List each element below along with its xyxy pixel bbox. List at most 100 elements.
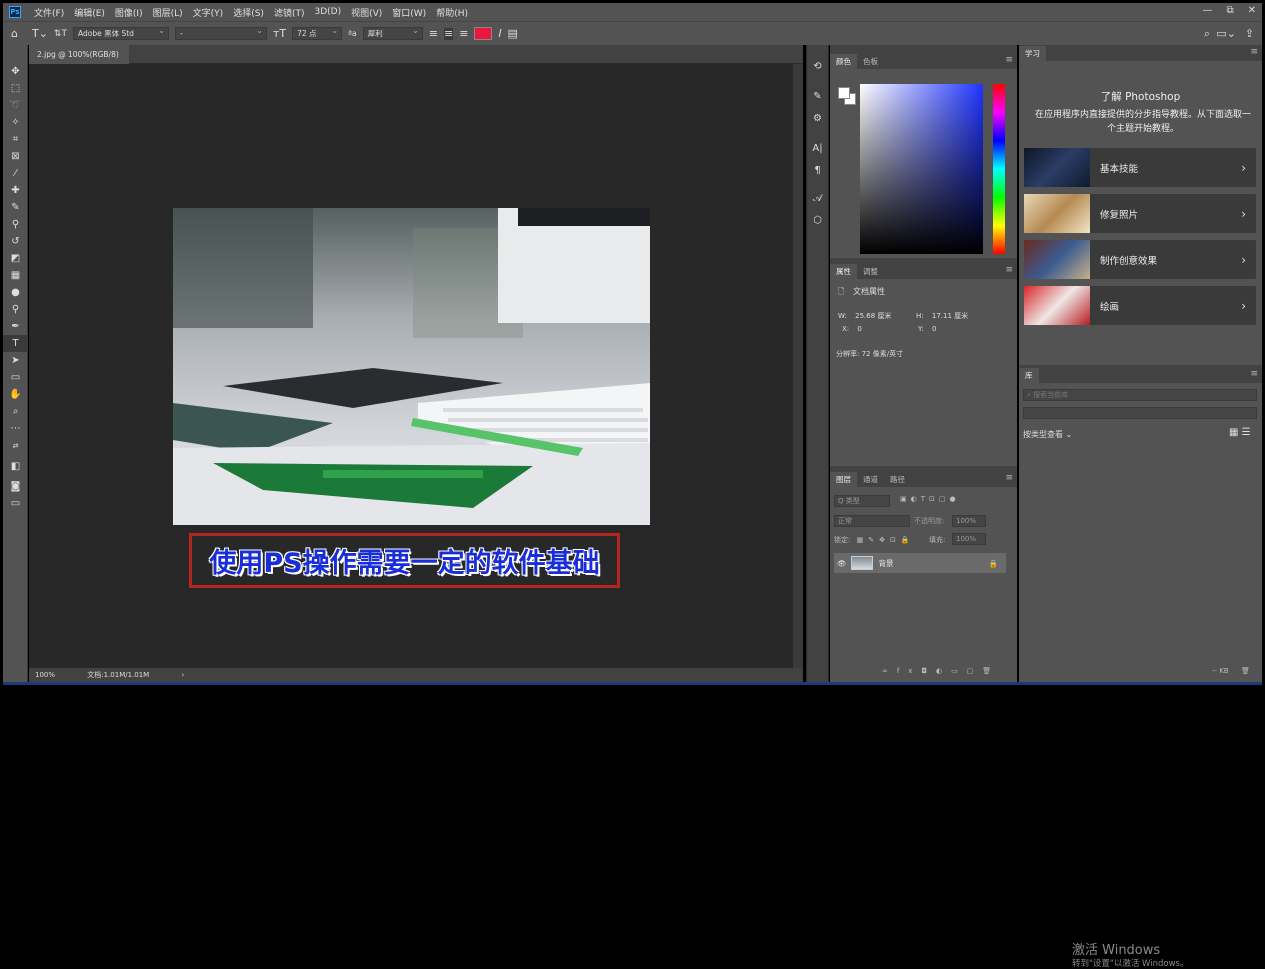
panel-menu-icon[interactable]: ≡ [1250,47,1258,57]
height-value[interactable]: 17.11 厘米 [932,312,968,320]
screen-mode-icon[interactable]: ▭ [3,495,28,512]
learn-card-basic-skills[interactable]: 基本技能 › [1024,148,1256,187]
menu-view[interactable]: 视图(V) [346,6,387,19]
tab-swatches[interactable]: 色板 [857,54,884,69]
library-select[interactable] [1023,407,1257,419]
tab-channels[interactable]: 通道 [857,472,884,487]
font-size-select[interactable]: 72 点 [292,25,343,40]
layers-bottom-icons[interactable]: ∞fx◘◐▭▢🗑 [882,667,1000,675]
share-icon[interactable]: ⇪ [1245,27,1254,40]
font-style-select[interactable]: - [174,25,267,40]
menu-edit[interactable]: 编辑(E) [69,6,110,19]
learn-card-painting[interactable]: 绘画 › [1024,286,1256,325]
adjustments-icon[interactable]: ⚙ [807,107,828,129]
pen-tool-icon[interactable]: ✒ [3,318,28,335]
healing-brush-tool-icon[interactable]: ✚ [3,182,28,199]
menu-help[interactable]: 帮助(H) [431,6,473,19]
tab-adjustments[interactable]: 调整 [857,264,884,279]
grid-view-icon[interactable]: ▦ ☰ [1229,427,1251,438]
blur-tool-icon[interactable]: ● [3,284,28,301]
hue-slider[interactable] [993,84,1005,254]
gradient-tool-icon[interactable]: ▦ [3,267,28,284]
move-tool-icon[interactable]: ✥ [3,63,28,80]
document-canvas[interactable]: 使用PS操作需要一定的软件基础 [29,64,803,668]
brush-settings-icon[interactable]: ✎ [807,85,828,107]
y-value[interactable]: 0 [932,325,936,333]
opacity-field[interactable]: 100% [952,515,986,527]
view-by-type[interactable]: 按类型查看 ⌄ [1023,429,1072,440]
minimize-button[interactable]: — [1202,5,1212,16]
home-icon[interactable]: ⌂ [11,27,18,40]
panel-menu-icon[interactable]: ≡ [1005,473,1013,483]
caption-box[interactable]: 使用PS操作需要一定的软件基础 [189,533,620,588]
layer-kind-filter[interactable]: Q 类型 [834,495,890,507]
library-search-input[interactable]: ⌕ 搜索当前库 [1023,389,1257,401]
width-value[interactable]: 25.68 厘米 [855,312,891,320]
history-brush-tool-icon[interactable]: ↺ [3,233,28,250]
paragraph-icon[interactable]: ¶ [807,159,828,181]
status-arrow-icon[interactable]: › [181,671,184,679]
warp-text-icon[interactable]: 𝐼 [498,27,501,40]
vertical-scrollbar[interactable] [793,64,803,668]
rectangle-tool-icon[interactable]: ▭ [3,369,28,386]
eyedropper-tool-icon[interactable]: ⁄ [3,165,28,182]
blend-mode-select[interactable]: 正常 [834,515,910,527]
learn-card-fix-photos[interactable]: 修复照片 › [1024,194,1256,233]
fill-field[interactable]: 100% [952,533,986,545]
marquee-tool-icon[interactable]: ⬚ [3,80,28,97]
lock-icons[interactable]: ▦✎✥⊡🔒 [857,536,915,544]
menu-file[interactable]: 文件(F) [29,6,69,19]
align-center-icon[interactable]: ≡ [444,27,454,40]
menu-layer[interactable]: 图层(L) [148,6,188,19]
menu-window[interactable]: 窗口(W) [387,6,431,19]
tab-properties[interactable]: 属性 [830,264,857,279]
history-panel-icon[interactable]: ⟲ [807,55,828,77]
layer-row-background[interactable]: 👁 背景 🔒 [834,553,1006,573]
workspace-icon[interactable]: ▭⌄ [1216,27,1236,40]
more-tools-icon[interactable]: ⋯ [3,420,28,437]
stamp-tool-icon[interactable]: ⚲ [3,216,28,233]
hand-tool-icon[interactable]: ✋ [3,386,28,403]
layer-filter-icons[interactable]: ▣◐T⊡▢● [900,495,960,503]
character-icon[interactable]: A| [807,137,828,159]
lasso-tool-icon[interactable]: ➰ [3,97,28,114]
tab-layers[interactable]: 图层 [830,472,857,487]
foreground-color-swatch[interactable] [838,87,850,99]
text-orientation-icon[interactable]: ⇅T [54,28,67,40]
brush-tool-icon[interactable]: ✎ [3,199,28,216]
panel-menu-icon[interactable]: ≡ [1250,369,1258,379]
tab-learn[interactable]: 学习 [1019,46,1046,61]
3d-icon[interactable]: ⬡ [807,209,828,231]
quick-mask-icon[interactable]: ◙ [3,478,28,495]
zoom-level[interactable]: 100% [35,671,55,679]
document-tab[interactable]: 2.jpg @ 100%(RGB/8) × [29,45,129,78]
learn-card-creative-effects[interactable]: 制作创意效果 › [1024,240,1256,279]
magic-wand-tool-icon[interactable]: ✧ [3,114,28,131]
antialias-select[interactable]: 犀利 [362,25,423,40]
color-swap-icon[interactable]: ⇄ [3,437,28,454]
align-left-icon[interactable]: ≡ [429,27,438,40]
close-button[interactable]: ✕ [1248,5,1256,16]
menu-type[interactable]: 文字(Y) [188,6,229,19]
layer-name[interactable]: 背景 [879,558,894,569]
menu-image[interactable]: 图像(I) [110,6,148,19]
visibility-eye-icon[interactable]: 👁 [837,559,847,568]
character-panel-icon[interactable]: ▤ [508,27,518,40]
align-right-icon[interactable]: ≡ [459,27,468,40]
crop-tool-icon[interactable]: ⌗ [3,131,28,148]
foreground-background-color-icon[interactable]: ◧ [3,454,28,478]
menu-select[interactable]: 选择(S) [228,6,269,19]
menu-3d[interactable]: 3D(D) [309,7,346,17]
font-family-select[interactable]: Adobe 黑体 Std [72,25,169,40]
eraser-tool-icon[interactable]: ◩ [3,250,28,267]
dodge-tool-icon[interactable]: ⚲ [3,301,28,318]
tab-paths[interactable]: 路径 [884,472,911,487]
zoom-tool-icon[interactable]: ⌕ [3,403,28,420]
trash-icon[interactable]: 🗑 [1241,667,1250,675]
restore-button[interactable]: ⧉ [1226,5,1233,16]
tab-color[interactable]: 颜色 [830,54,857,69]
text-color-swatch[interactable] [474,27,493,40]
x-value[interactable]: 0 [857,325,861,333]
search-icon[interactable]: ⌕ [1204,27,1210,40]
path-selection-tool-icon[interactable]: ➤ [3,352,28,369]
